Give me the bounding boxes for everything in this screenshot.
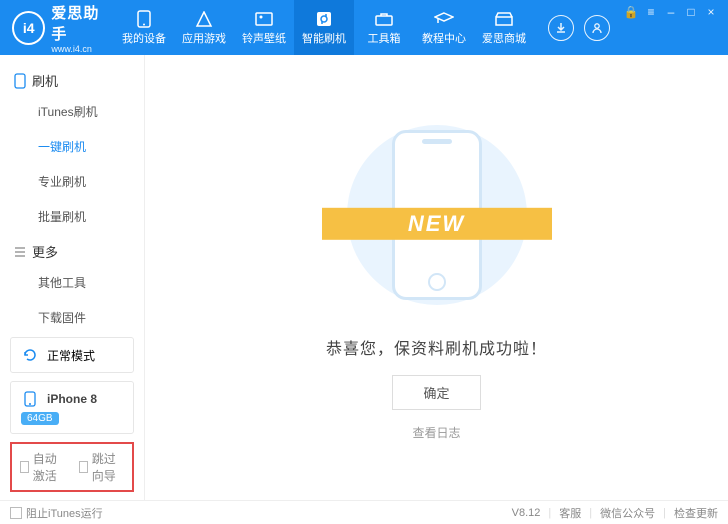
store-icon [494, 10, 514, 28]
sidebar-item-pro-flash[interactable]: 专业刷机 [0, 164, 144, 199]
nav-toolbox[interactable]: 工具箱 [354, 0, 414, 55]
maximize-button[interactable]: □ [684, 6, 698, 18]
top-nav: 我的设备 应用游戏 铃声壁纸 智能刷机 工具箱 教程中心 爱思商城 [114, 0, 534, 55]
storage-badge: 64GB [21, 412, 59, 425]
sidebar-item-itunes-flash[interactable]: iTunes刷机 [0, 94, 144, 129]
status-bar: 阻止iTunes运行 V8.12 | 客服 | 微信公众号 | 检查更新 [0, 500, 728, 524]
brand-name: 爱思助手 [51, 2, 114, 44]
phone-icon [134, 10, 154, 28]
version-label: V8.12 [512, 507, 541, 519]
refresh-icon [21, 346, 39, 364]
list-icon [14, 246, 26, 258]
lock-icon[interactable]: 🔒 [624, 6, 638, 18]
device-name: iPhone 8 [47, 392, 97, 406]
mode-box[interactable]: 正常模式 [10, 337, 134, 373]
success-illustration: NEW [332, 115, 542, 315]
sidebar-group-more: 更多 [0, 234, 144, 265]
sidebar-item-oneclick-flash[interactable]: 一键刷机 [0, 129, 144, 164]
user-icon[interactable] [584, 15, 610, 41]
flash-icon [314, 10, 334, 28]
block-itunes-checkbox[interactable]: 阻止iTunes运行 [10, 505, 103, 521]
close-button[interactable]: × [704, 6, 718, 18]
success-message: 恭喜您，保资料刷机成功啦！ [326, 335, 547, 359]
device-box[interactable]: iPhone 8 64GB [10, 381, 134, 434]
auto-activate-checkbox[interactable]: 自动激活 [20, 450, 65, 484]
device-phone-icon [21, 390, 39, 408]
app-header: i4 爱思助手 www.i4.cn 我的设备 应用游戏 铃声壁纸 智能刷机 工具… [0, 0, 728, 55]
toolbox-icon [374, 10, 394, 28]
mode-label: 正常模式 [47, 347, 95, 364]
minimize-button[interactable]: – [664, 6, 678, 18]
graduation-icon [434, 10, 454, 28]
nav-apps[interactable]: 应用游戏 [174, 0, 234, 55]
nav-my-device[interactable]: 我的设备 [114, 0, 174, 55]
nav-ringtone[interactable]: 铃声壁纸 [234, 0, 294, 55]
apps-icon [194, 10, 214, 28]
phone-outline-icon [14, 73, 26, 89]
new-ribbon: NEW [322, 202, 552, 246]
view-log-link[interactable]: 查看日志 [412, 424, 460, 441]
sidebar-item-batch-flash[interactable]: 批量刷机 [0, 199, 144, 234]
nav-flash[interactable]: 智能刷机 [294, 0, 354, 55]
logo-icon: i4 [12, 11, 45, 45]
window-controls: 🔒 ≡ – □ × [624, 0, 728, 55]
sidebar: 刷机 iTunes刷机 一键刷机 专业刷机 批量刷机 更多 其他工具 下载固件 … [0, 55, 145, 500]
wechat-link[interactable]: 微信公众号 [600, 505, 655, 521]
user-icons [534, 0, 624, 55]
download-icon[interactable] [548, 15, 574, 41]
check-update-link[interactable]: 检查更新 [674, 505, 718, 521]
sidebar-item-other-tools[interactable]: 其他工具 [0, 265, 144, 300]
image-icon [254, 10, 274, 28]
menu-icon[interactable]: ≡ [644, 6, 658, 18]
flash-options-row: 自动激活 跳过向导 [10, 442, 134, 492]
nav-tutorial[interactable]: 教程中心 [414, 0, 474, 55]
main-content: NEW 恭喜您，保资料刷机成功啦！ 确定 查看日志 [145, 55, 728, 500]
support-link[interactable]: 客服 [559, 505, 581, 521]
ok-button[interactable]: 确定 [392, 375, 480, 410]
brand-url: www.i4.cn [51, 44, 114, 54]
sidebar-group-flash: 刷机 [0, 63, 144, 94]
skip-guide-checkbox[interactable]: 跳过向导 [79, 450, 124, 484]
app-logo: i4 爱思助手 www.i4.cn [0, 0, 114, 55]
nav-store[interactable]: 爱思商城 [474, 0, 534, 55]
sidebar-item-download-firmware[interactable]: 下载固件 [0, 300, 144, 335]
